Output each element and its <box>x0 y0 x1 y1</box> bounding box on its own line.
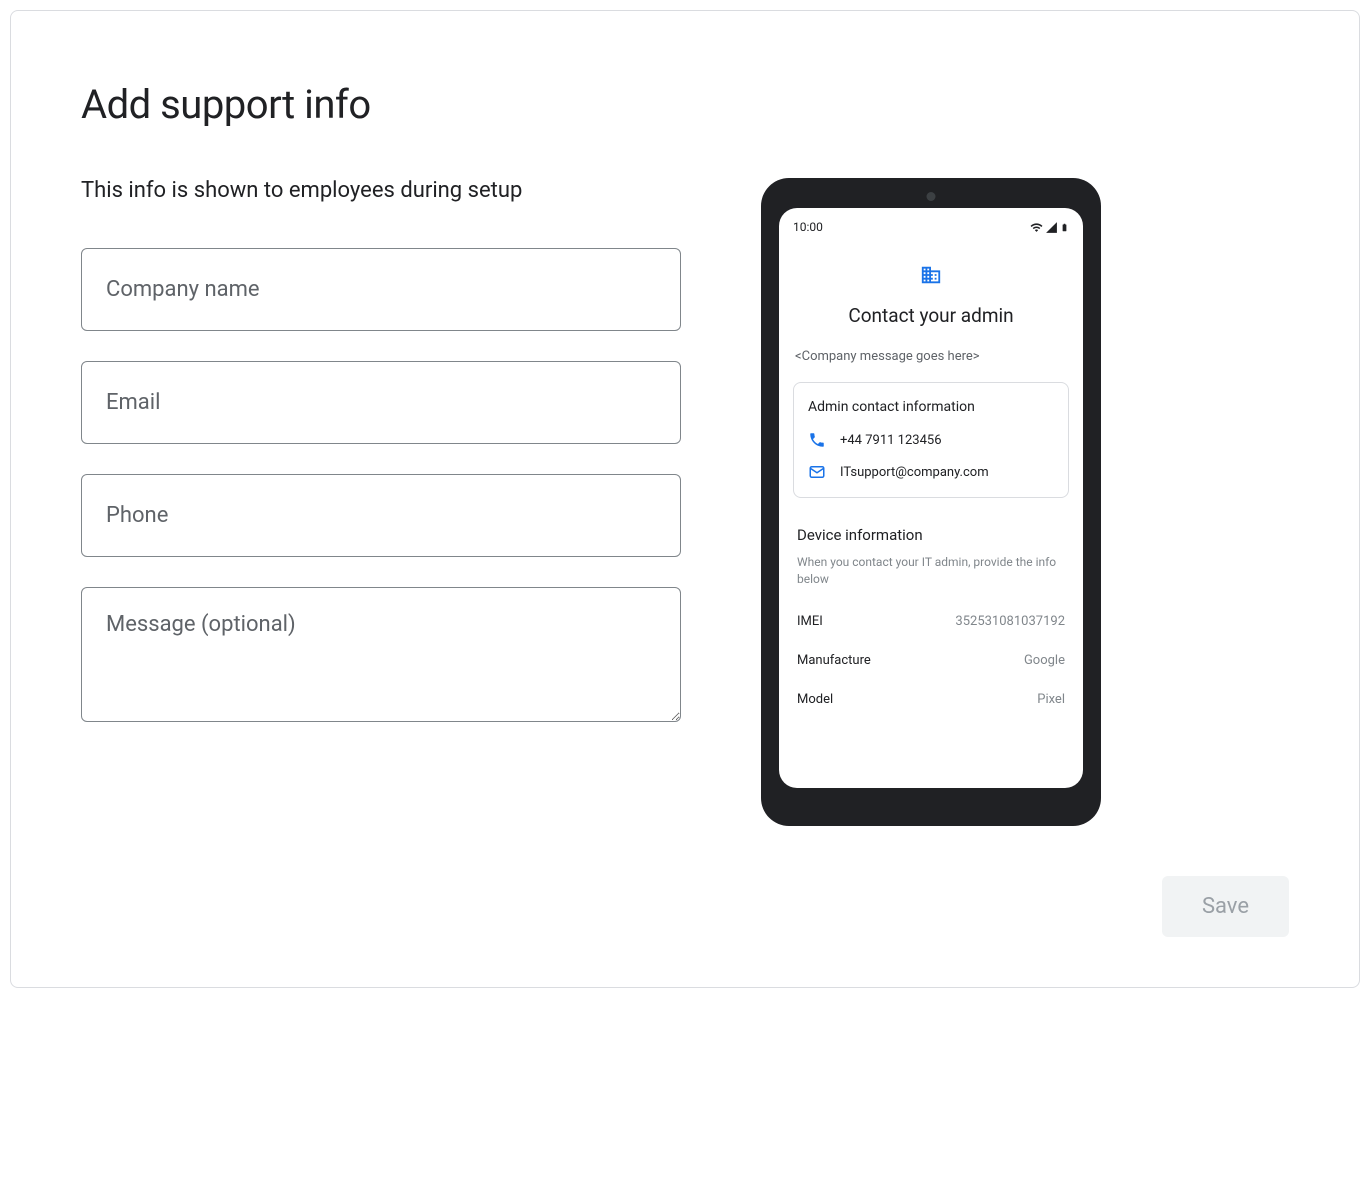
status-time: 10:00 <box>793 220 823 234</box>
device-label: Model <box>797 692 833 707</box>
device-value: Pixel <box>1037 692 1065 707</box>
contact-email-value: ITsupport@company.com <box>840 465 989 480</box>
form-column: This info is shown to employees during s… <box>81 178 681 826</box>
device-label: IMEI <box>797 614 823 629</box>
device-value: 352531081037192 <box>955 614 1065 629</box>
wifi-icon <box>1030 221 1043 234</box>
add-support-info-panel: Add support info This info is shown to e… <box>10 10 1360 988</box>
device-row-manufacture: Manufacture Google <box>797 653 1065 668</box>
device-value: Google <box>1024 653 1065 668</box>
signal-icon <box>1045 221 1058 234</box>
device-info-title: Device information <box>797 526 1065 544</box>
contact-phone-row: +44 7911 123456 <box>808 431 1054 449</box>
device-info-section: Device information When you contact your… <box>793 526 1069 707</box>
phone-preview-frame: 10:00 Contact your admin <Company messag… <box>761 178 1101 826</box>
device-row-model: Model Pixel <box>797 692 1065 707</box>
battery-icon <box>1060 221 1069 234</box>
contact-phone-value: +44 7911 123456 <box>840 433 942 448</box>
preview-column: 10:00 Contact your admin <Company messag… <box>761 178 1101 826</box>
status-icons <box>1030 221 1069 234</box>
email-input[interactable] <box>81 361 681 444</box>
building-icon <box>793 264 1069 290</box>
phone-icon <box>808 431 826 449</box>
phone-camera-dot <box>927 192 936 201</box>
message-textarea[interactable] <box>81 587 681 722</box>
contact-email-row: ITsupport@company.com <box>808 463 1054 481</box>
page-subtitle: This info is shown to employees during s… <box>81 178 681 203</box>
phone-screen: 10:00 Contact your admin <Company messag… <box>779 208 1083 788</box>
save-button[interactable]: Save <box>1162 876 1289 937</box>
company-name-input[interactable] <box>81 248 681 331</box>
page-title: Add support info <box>81 81 1289 128</box>
phone-status-bar: 10:00 <box>793 220 1069 234</box>
device-info-hint: When you contact your IT admin, provide … <box>797 554 1065 588</box>
contact-card-title: Admin contact information <box>808 399 1054 415</box>
device-label: Manufacture <box>797 653 871 668</box>
admin-contact-card: Admin contact information +44 7911 12345… <box>793 382 1069 498</box>
preview-company-message: <Company message goes here> <box>793 349 1069 364</box>
button-row: Save <box>81 876 1289 937</box>
email-icon <box>808 463 826 481</box>
phone-input[interactable] <box>81 474 681 557</box>
device-row-imei: IMEI 352531081037192 <box>797 614 1065 629</box>
preview-screen-title: Contact your admin <box>793 304 1069 327</box>
